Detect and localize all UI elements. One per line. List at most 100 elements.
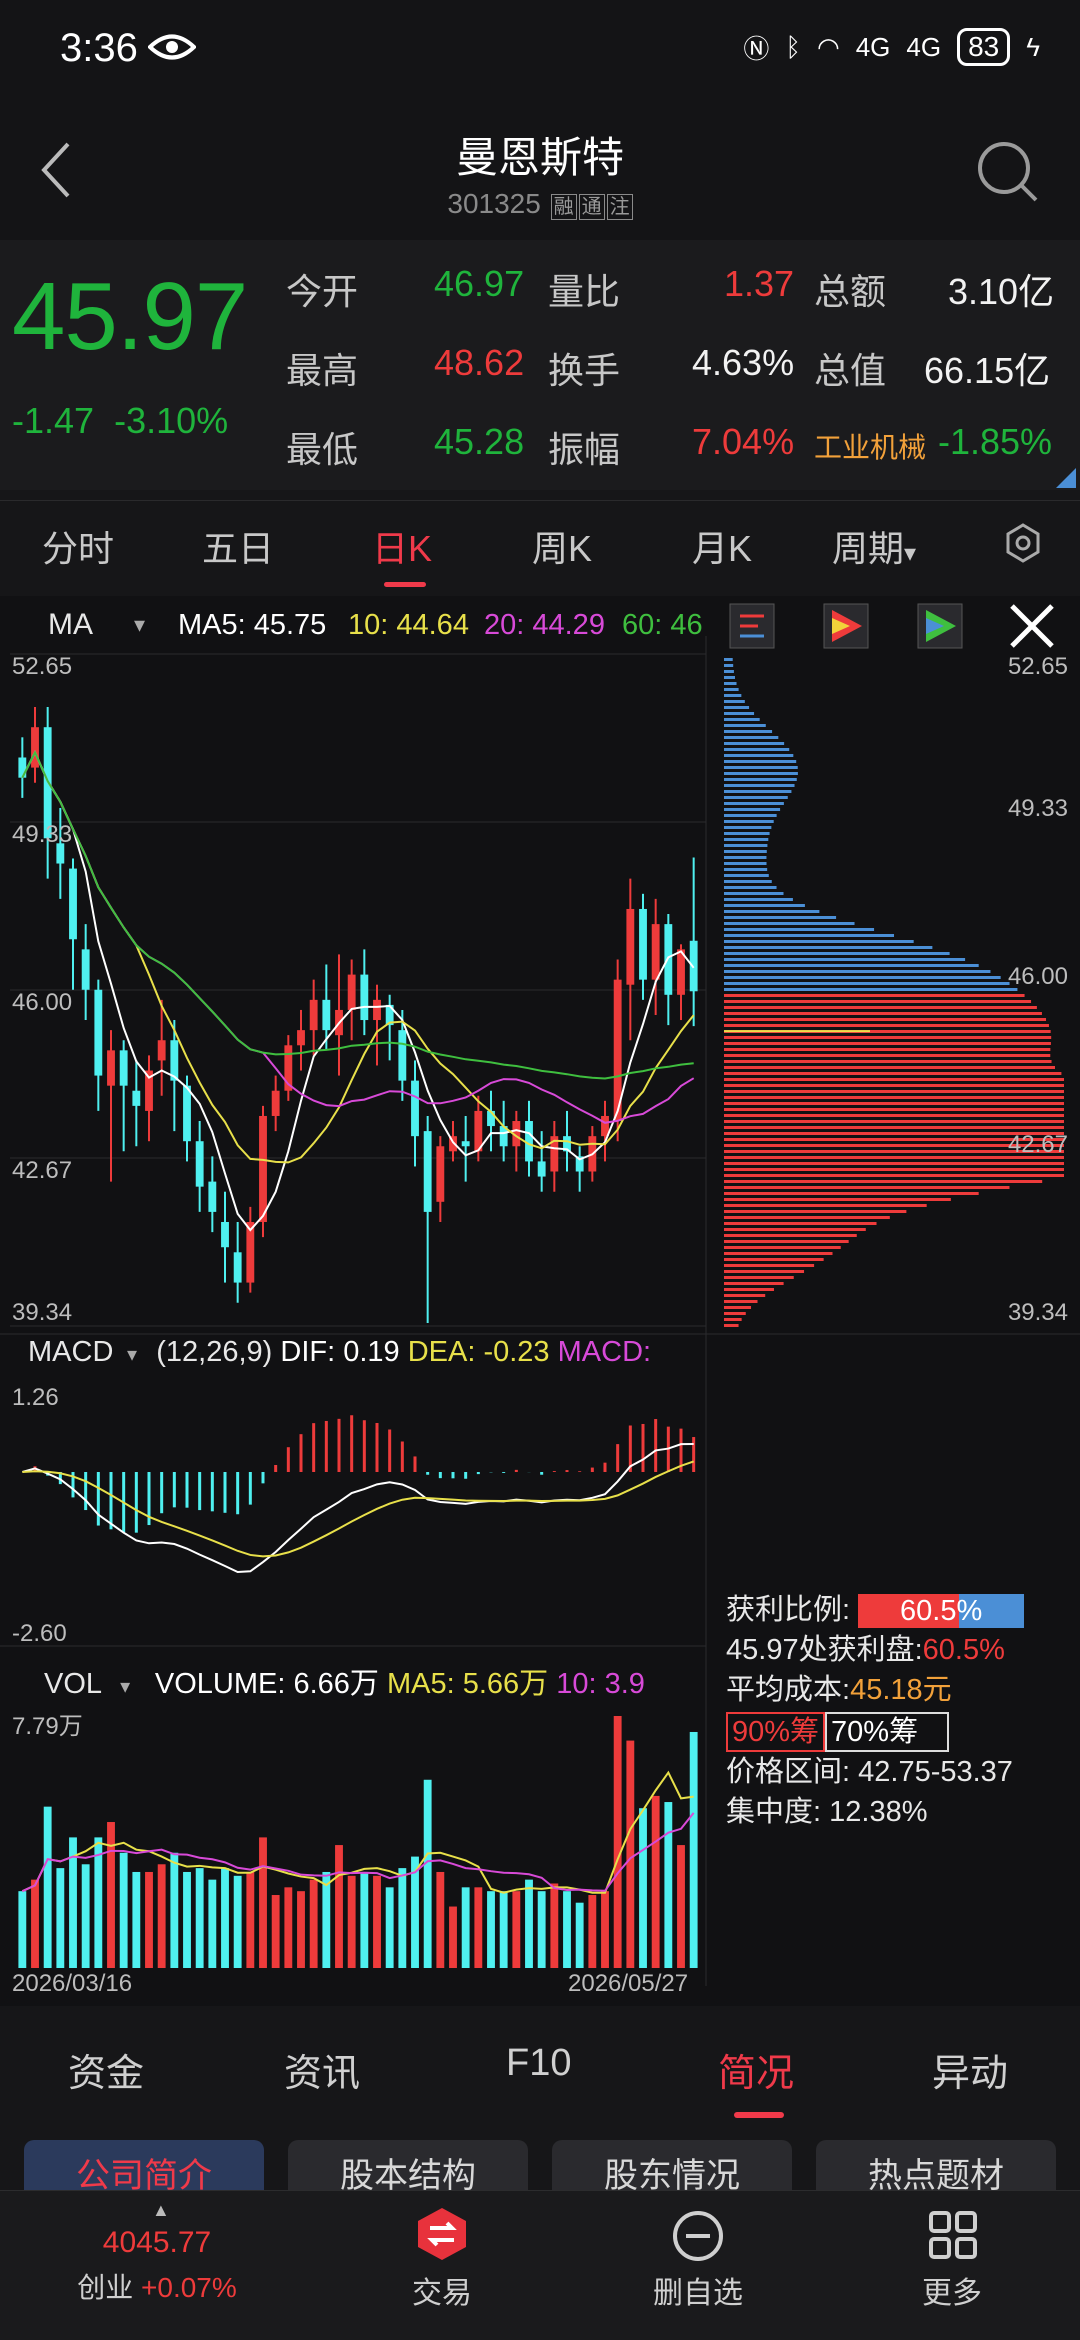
tab-funds[interactable]: 资金	[68, 2042, 144, 2097]
chip-90-button[interactable]: 90%筹	[726, 1712, 826, 1752]
quote-value-amplitude: 7.04%	[692, 421, 795, 462]
tab-overview[interactable]: 简况	[718, 2042, 794, 2097]
status-icons: Ⓝ ᛒ ◠ 4G 4G 83 ϟ	[743, 28, 1040, 66]
chip-bar	[724, 682, 737, 685]
volume-bar	[588, 1895, 597, 1968]
macd-legend-name[interactable]: MACD	[28, 1336, 113, 1368]
candle	[322, 964, 331, 1051]
candle	[132, 1060, 141, 1147]
price-range-label: 价格区间:	[726, 1756, 851, 1788]
candle	[335, 954, 343, 1076]
chip-bar	[724, 958, 966, 961]
more-label[interactable]: 更多	[894, 2268, 1010, 2312]
stock-code: 301325	[447, 188, 541, 219]
more-icon[interactable]	[928, 2210, 978, 2265]
trade-icon[interactable]	[414, 2206, 470, 2267]
quote-label-amplitude: 振幅	[548, 429, 621, 470]
tab-intraday[interactable]: 分时	[42, 520, 114, 572]
chip-bar	[724, 1288, 774, 1291]
vol-dropdown-icon[interactable]: ▾	[109, 1676, 147, 1698]
remove-favorite-label[interactable]: 删自选	[640, 2268, 756, 2312]
tab-period[interactable]: 周期▾	[832, 520, 916, 572]
trade-label[interactable]: 交易	[384, 2268, 500, 2312]
close-icon[interactable]	[1010, 604, 1054, 648]
volume-bar	[284, 1887, 293, 1968]
price-axis-left-2: 49.33	[12, 821, 72, 848]
macd-dea: DEA: -0.23	[407, 1336, 550, 1368]
candle	[309, 979, 318, 1056]
active-tab-underline	[384, 582, 426, 587]
volume-bar	[170, 1852, 179, 1968]
index-change: +0.07%	[141, 2272, 237, 2303]
chip-bar	[724, 820, 774, 823]
battery-icon: 83	[957, 28, 1011, 66]
index-info[interactable]: 创业 +0.07%	[0, 2266, 314, 2306]
chip-bar	[724, 1312, 746, 1315]
candle-body	[689, 940, 698, 992]
price-axis-right-1: 52.65	[1008, 653, 1068, 680]
volume-bar	[297, 1891, 305, 1968]
tab-monthly-k[interactable]: 月K	[692, 520, 752, 572]
index-value[interactable]: 4045.77	[0, 2226, 314, 2260]
tab-daily-k[interactable]: 日K	[372, 520, 432, 572]
price-range-value: 42.75-53.37	[858, 1756, 1013, 1788]
volume-panel	[18, 1716, 698, 1968]
chip-bar	[724, 808, 781, 811]
chip-bar	[724, 988, 1018, 991]
quote-label-open: 今开	[286, 271, 359, 312]
ma-legend-dropdown-icon[interactable]: ▾	[134, 612, 145, 637]
corner-indicator-icon	[1056, 468, 1076, 488]
chip-70-button[interactable]: 70%筹	[825, 1712, 950, 1752]
macd-axis-bottom: -2.60	[12, 1620, 67, 1647]
tab-movement[interactable]: 异动	[932, 2042, 1008, 2097]
chip-bar	[724, 1090, 1064, 1093]
candle-body	[347, 974, 356, 1010]
chip-mode-icon-1[interactable]	[729, 603, 775, 649]
candle-body	[183, 1085, 191, 1142]
tab-five-day[interactable]: 五日	[202, 520, 274, 572]
chip-bar	[724, 724, 766, 727]
macd-dropdown-icon[interactable]: ▾	[121, 1344, 148, 1366]
tab-f10[interactable]: F10	[506, 2042, 571, 2085]
quote-label-sector[interactable]: 工业机械	[814, 426, 926, 466]
ma60-value: 60: 46	[622, 609, 703, 641]
chip-mode-icon-2[interactable]	[823, 603, 869, 649]
avg-cost-value: 45.18元	[850, 1674, 952, 1706]
candle	[613, 959, 622, 1142]
settings-icon[interactable]	[1002, 522, 1044, 569]
volume-bar	[550, 1883, 559, 1968]
remove-favorite-icon[interactable]	[672, 2210, 724, 2267]
quote-label-low: 最低	[286, 429, 359, 470]
chip-bar	[724, 994, 1025, 997]
tab-weekly-k[interactable]: 周K	[532, 520, 592, 572]
macd-panel	[22, 1415, 696, 1574]
volume-bar	[436, 1871, 445, 1968]
concentration-row: 集中度: 12.38%	[726, 1792, 1076, 1832]
candle	[487, 1090, 495, 1152]
candle	[499, 1100, 508, 1162]
chip-mode-icon-3[interactable]	[917, 603, 963, 649]
chip-bar	[724, 1126, 1064, 1129]
price-axis-left-4: 42.67	[12, 1157, 72, 1184]
candle-body	[423, 1131, 432, 1212]
chip-bar	[724, 1246, 841, 1249]
price-change: -1.47 -3.10%	[12, 400, 228, 442]
vol-legend-name[interactable]: VOL	[44, 1668, 101, 1700]
tag-registered: 注	[606, 194, 633, 220]
candle	[550, 1121, 559, 1192]
signal-icon-2: 4G	[906, 31, 942, 62]
tab-news[interactable]: 资讯	[284, 2042, 360, 2097]
chip-bar	[724, 748, 790, 751]
ma-legend-name[interactable]: MA	[48, 608, 93, 641]
last-price: 45.97	[12, 263, 248, 370]
quote-label-high: 最高	[286, 350, 359, 391]
chip-bar	[724, 676, 735, 679]
chip-bar	[724, 1318, 742, 1321]
volume-bar	[499, 1891, 508, 1968]
volume-bar	[474, 1887, 483, 1968]
price-range-row: 价格区间: 42.75-53.37	[726, 1752, 1076, 1792]
search-icon[interactable]	[976, 140, 1040, 209]
eye-icon	[147, 32, 197, 67]
volume-bar	[56, 1868, 65, 1968]
volume-bar	[373, 1875, 381, 1968]
